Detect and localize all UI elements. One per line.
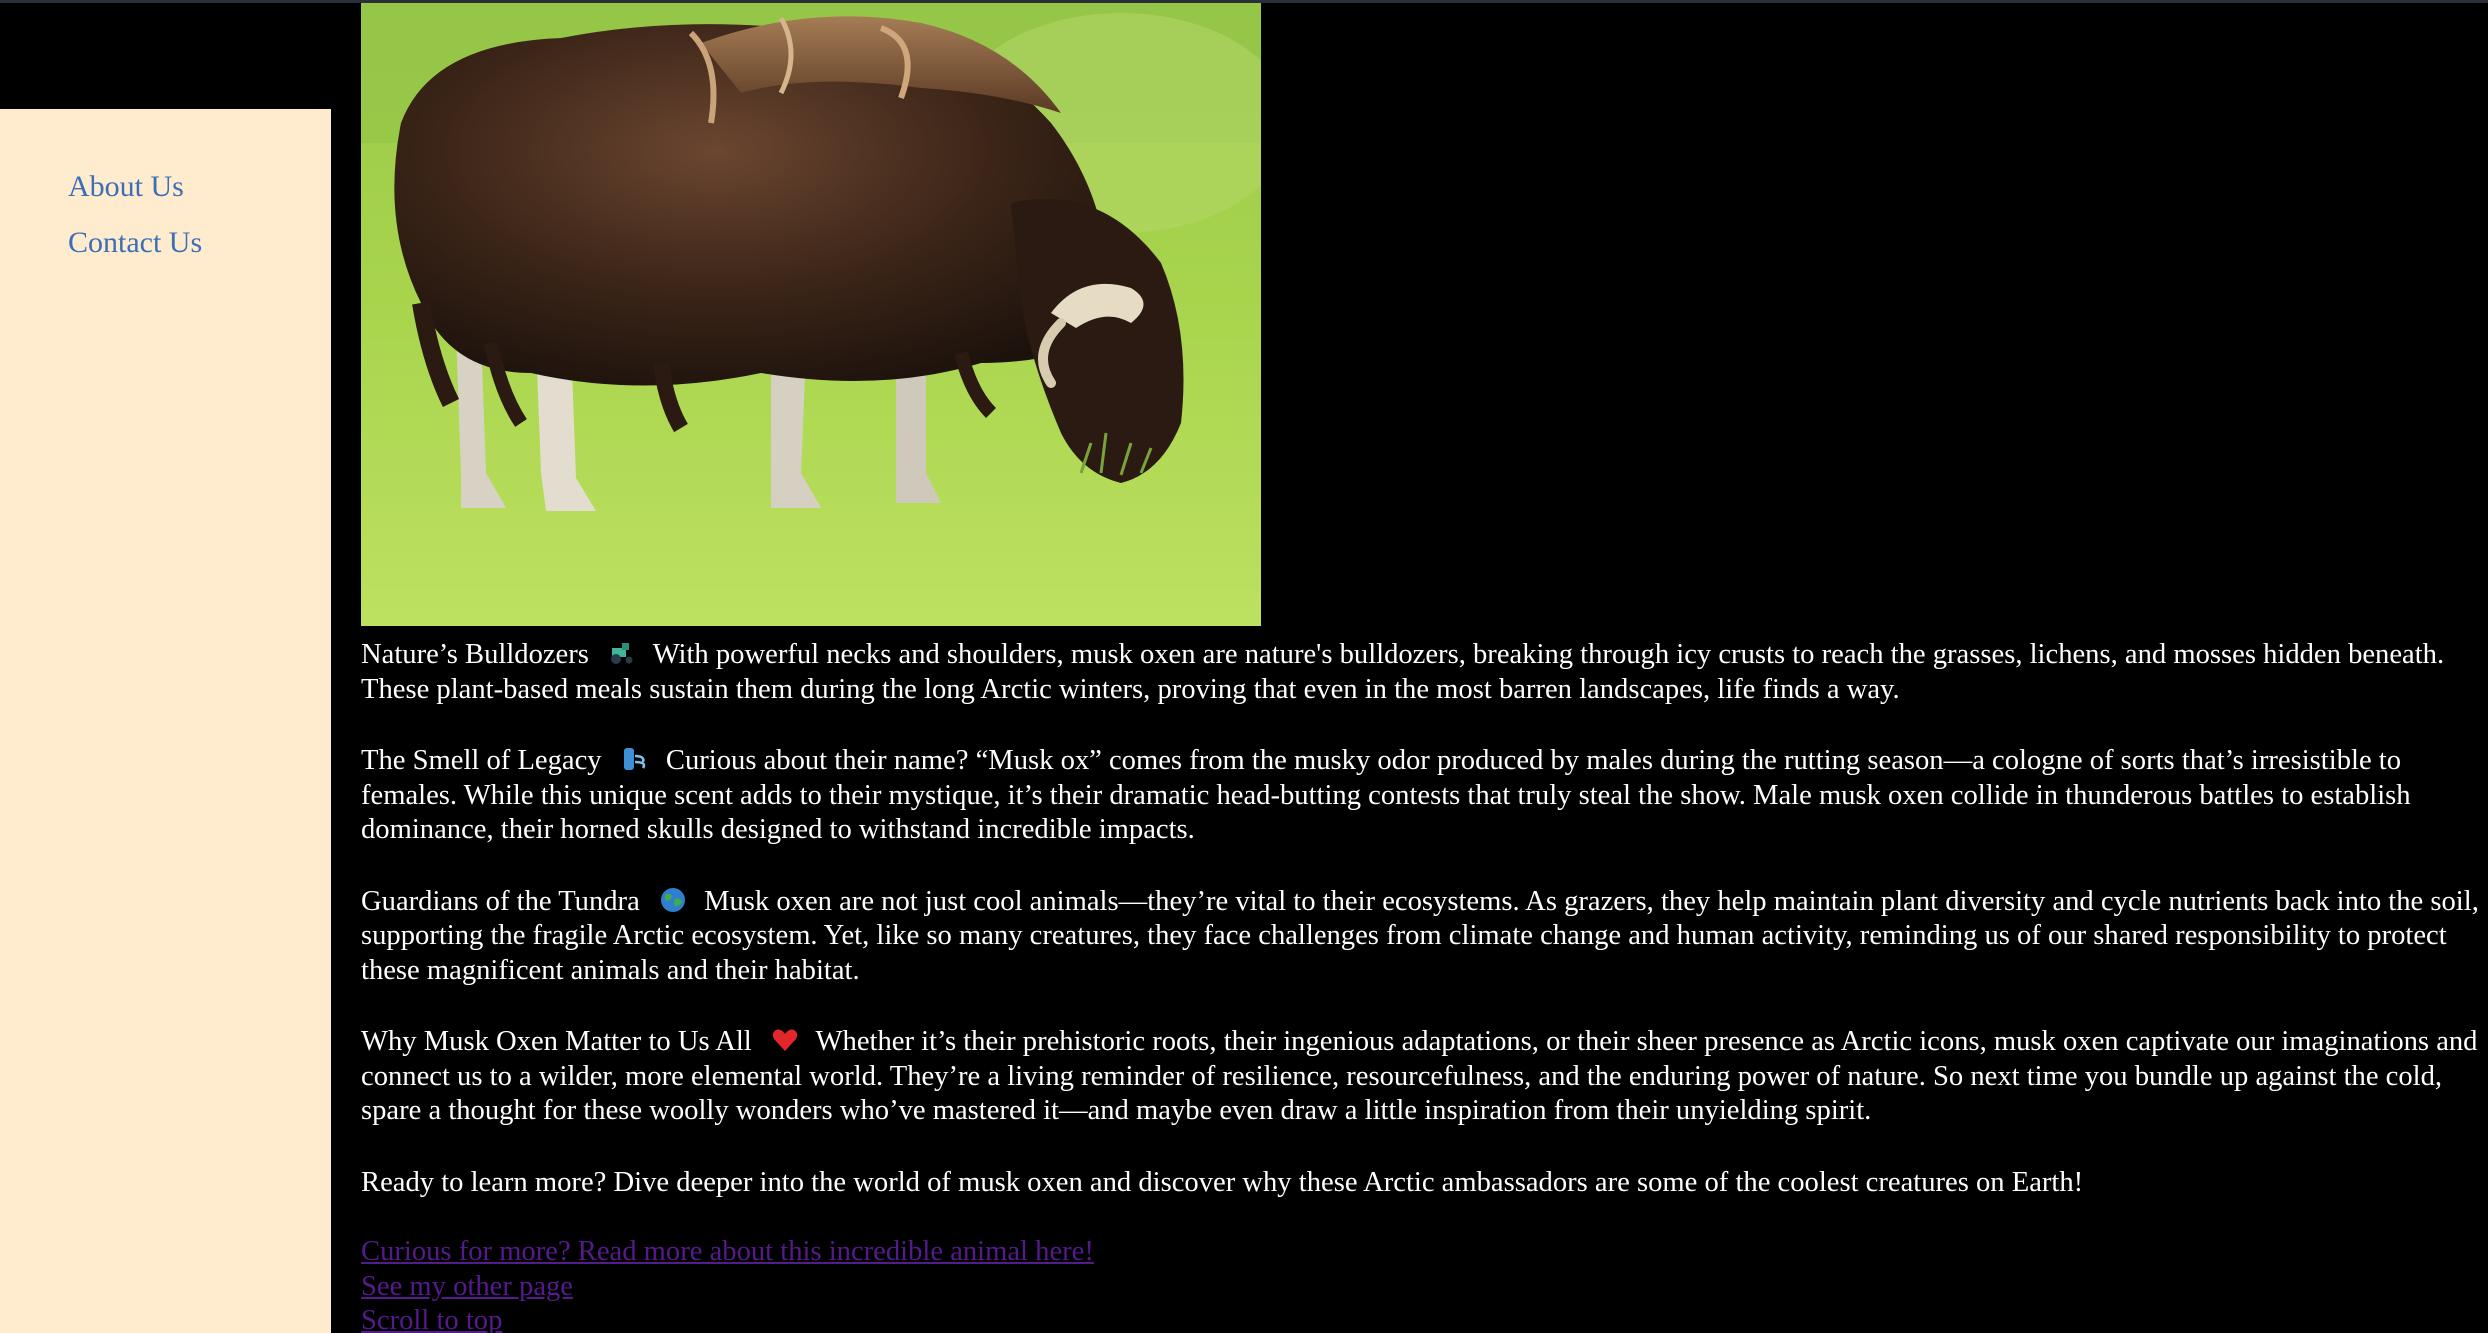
- wind-icon: [621, 746, 649, 772]
- paragraph-bulldozers: Nature’s Bulldozers With powerful necks …: [361, 638, 2481, 707]
- paragraph-heading: Nature’s Bulldozers: [361, 639, 589, 670]
- paragraph-guardians: Guardians of the Tundra Musk oxen are no…: [361, 885, 2481, 989]
- main-content: Nature’s Bulldozers With powerful necks …: [361, 3, 2481, 1333]
- paragraph-text: With powerful necks and shoulders, musk …: [361, 639, 2445, 705]
- sidebar-item-contact: Contact Us: [68, 215, 202, 271]
- sidebar: About Us Contact Us: [0, 109, 331, 1333]
- footer-links: Curious for more? Read more about this i…: [361, 1235, 2481, 1333]
- closing-paragraph: Ready to learn more? Dive deeper into th…: [361, 1166, 2084, 1198]
- sidebar-item-about: About Us: [68, 159, 202, 215]
- contact-us-link[interactable]: Contact Us: [68, 226, 202, 259]
- heart-icon: [771, 1027, 799, 1053]
- read-more-link[interactable]: Curious for more? Read more about this i…: [361, 1235, 2481, 1270]
- musk-ox-photo: [361, 3, 1261, 626]
- paragraph-text: Curious about their name? “Musk ox” come…: [361, 745, 2411, 845]
- paragraph-heading: Guardians of the Tundra: [361, 885, 640, 917]
- tractor-icon: [608, 640, 636, 666]
- scroll-to-top-link[interactable]: Scroll to top: [361, 1304, 2481, 1333]
- sidebar-nav: About Us Contact Us: [68, 159, 202, 271]
- paragraph-heading: Why Musk Oxen Matter to Us All: [361, 1026, 752, 1057]
- article-body: Nature’s Bulldozers With powerful necks …: [361, 638, 2481, 1200]
- about-us-link[interactable]: About Us: [68, 170, 184, 203]
- paragraph-why-matter: Why Musk Oxen Matter to Us All Whether i…: [361, 1025, 2481, 1129]
- paragraph-heading: The Smell of Legacy: [361, 745, 602, 776]
- globe-icon: [659, 887, 687, 913]
- other-page-link[interactable]: See my other page: [361, 1270, 2481, 1305]
- paragraph-smell: The Smell of Legacy Curious about their …: [361, 744, 2481, 848]
